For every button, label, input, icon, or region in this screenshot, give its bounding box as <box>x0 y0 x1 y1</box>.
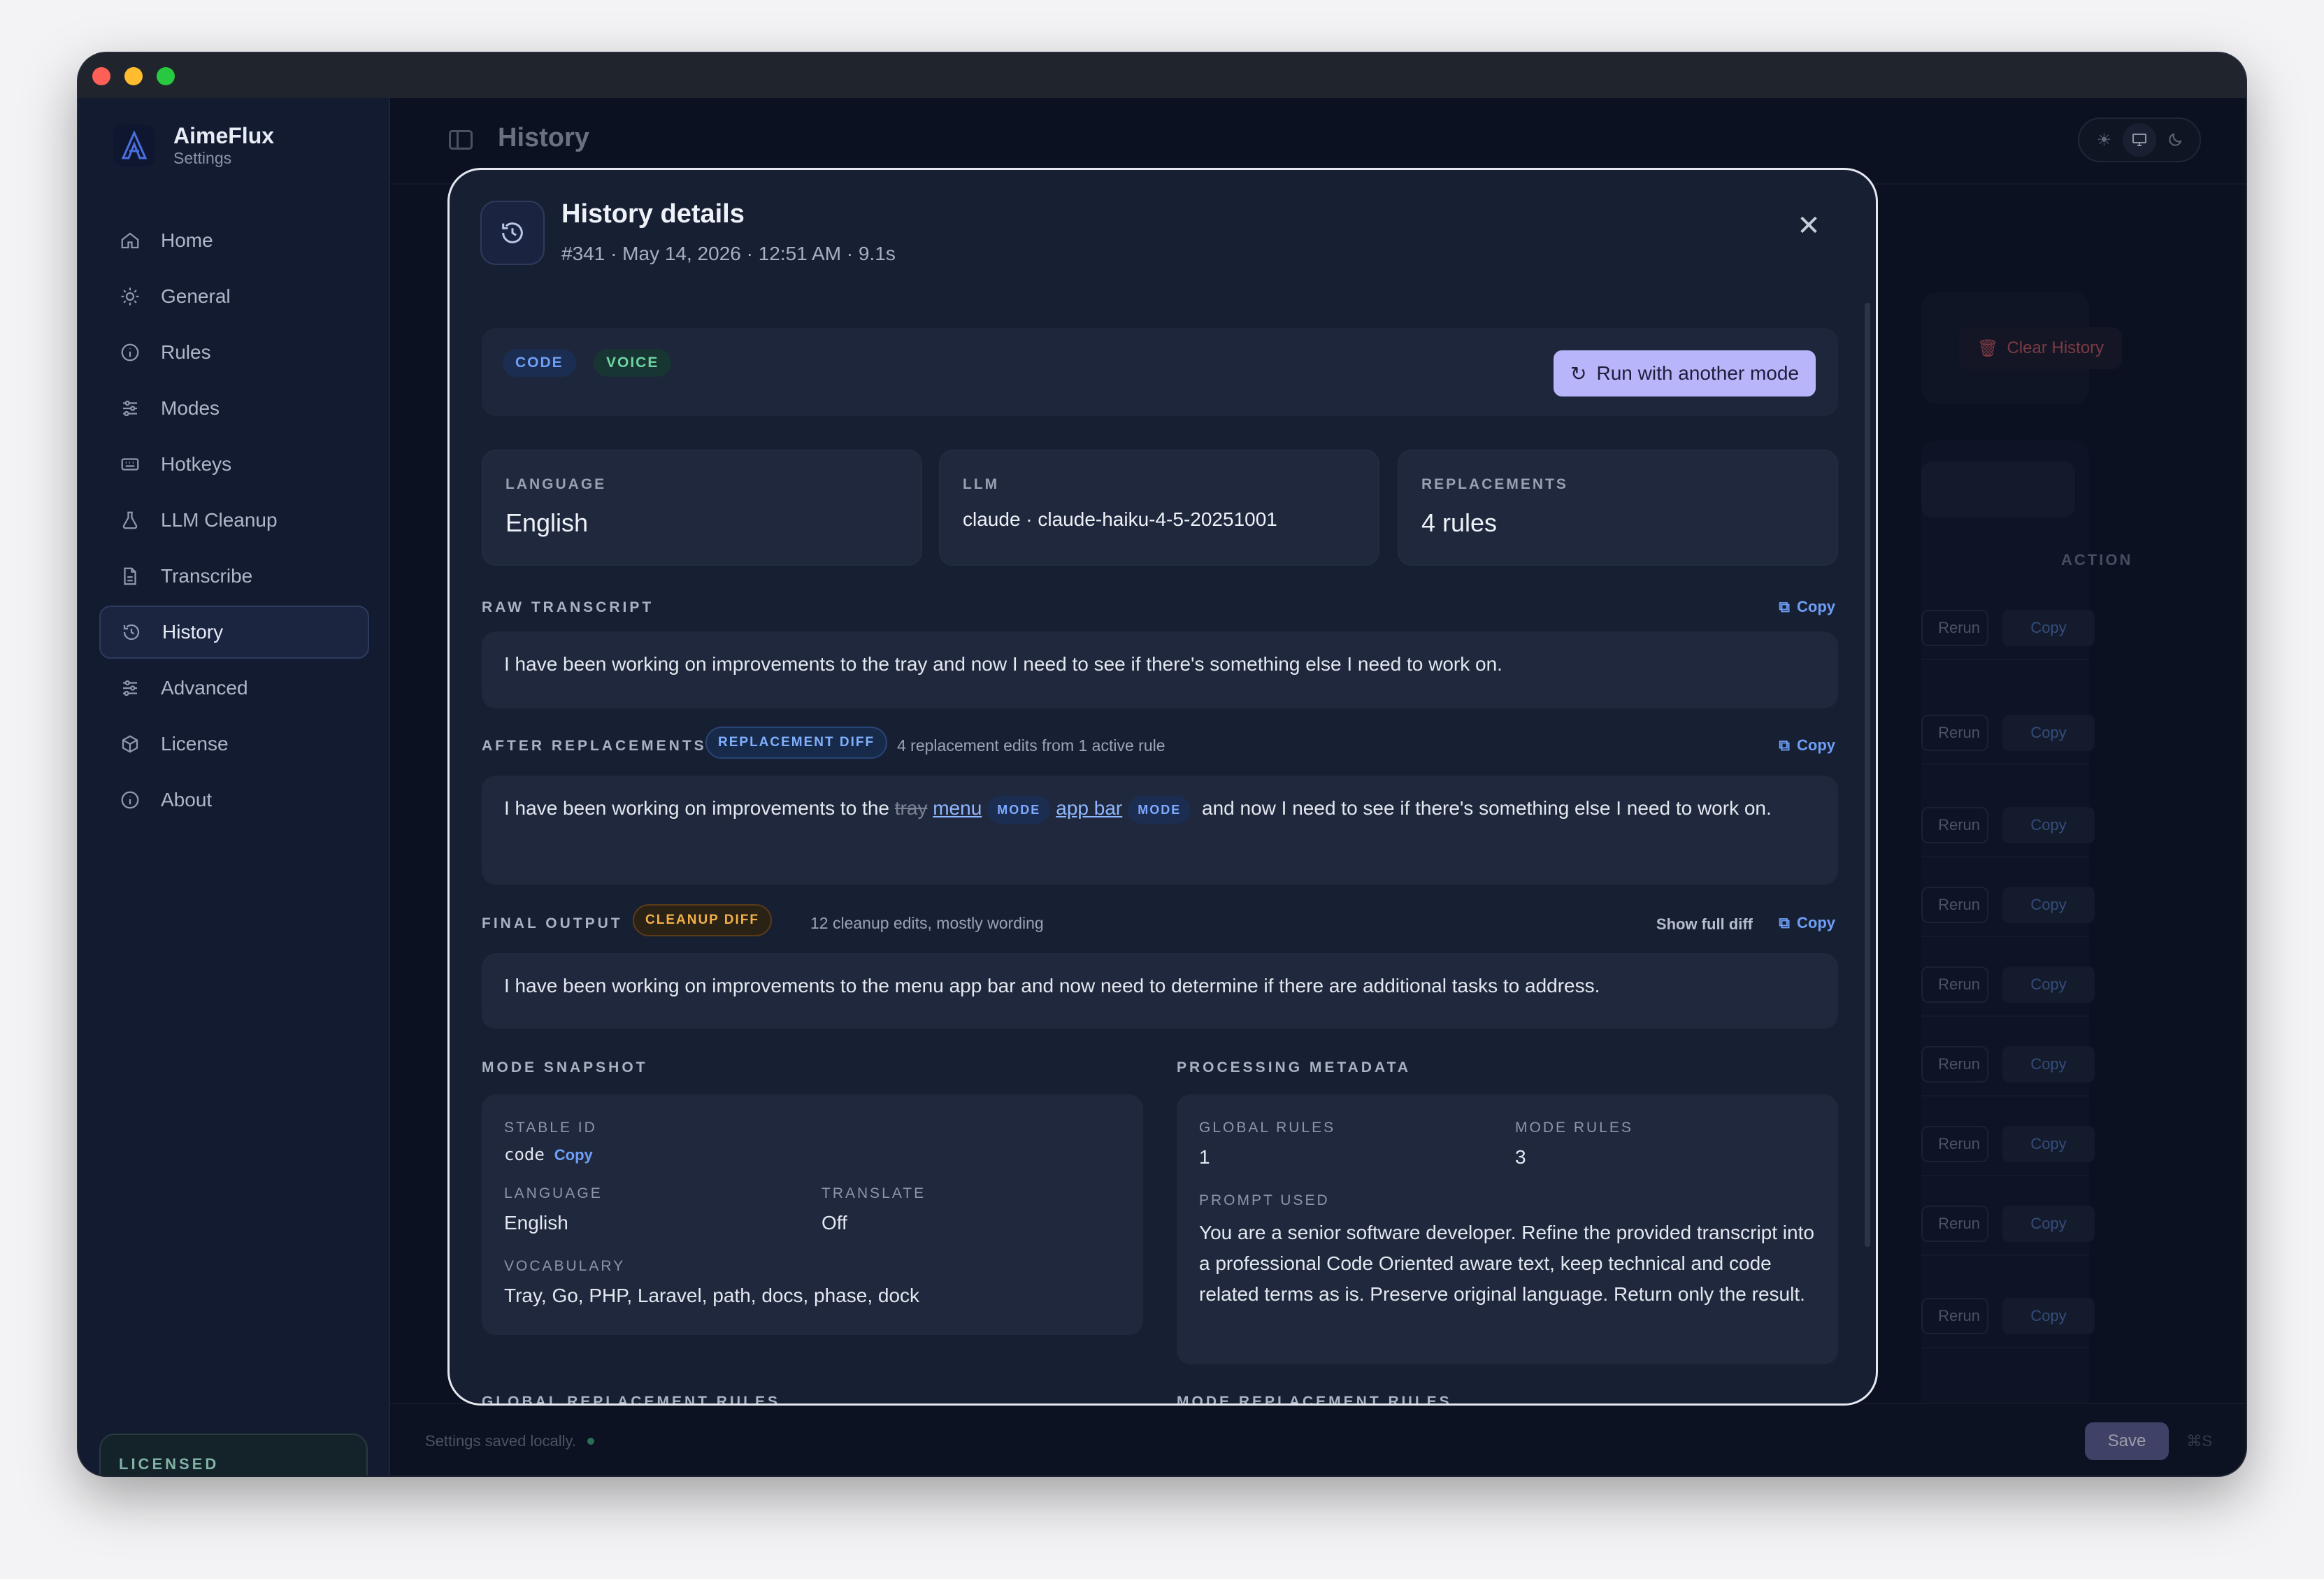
copy-icon: ⧉ <box>1779 736 1790 754</box>
sidebar-item-label: History <box>162 621 224 643</box>
sun-icon <box>117 284 143 309</box>
raw-transcript-label: RAW TRANSCRIPT <box>482 599 654 615</box>
mode-snapshot-label: MODE SNAPSHOT <box>482 1059 648 1076</box>
sidebar-item-license[interactable]: License <box>99 717 369 771</box>
removed-word: tray <box>894 797 928 819</box>
mode-marker: MODE <box>1128 795 1191 824</box>
cleanup-diff-note: 12 cleanup edits, mostly wording <box>810 914 1044 932</box>
file-icon <box>117 564 143 589</box>
license-badge: LICENSED <box>99 1434 368 1476</box>
copy-icon: ⧉ <box>1779 914 1790 931</box>
sidebar-item-label: Home <box>161 229 213 251</box>
sidebar-item-label: Transcribe <box>161 565 253 587</box>
info-icon <box>117 340 143 365</box>
minimize-window-button[interactable] <box>124 67 143 85</box>
sidebar-item-general[interactable]: General <box>99 270 369 323</box>
global-rules-value: 1 <box>1199 1146 1210 1168</box>
sidebar-item-home[interactable]: Home <box>99 214 369 267</box>
stat-llm: LLM claude · claude-haiku-4-5-20251001 <box>939 450 1379 566</box>
history-icon <box>119 620 144 645</box>
mode-tag-voice: VOICE <box>594 349 672 377</box>
run-with-another-mode-button[interactable]: ↻ Run with another mode <box>1554 350 1816 396</box>
processing-metadata-label: PROCESSING METADATA <box>1177 1059 1412 1076</box>
modal-header: History details #341 · May 14, 2026 · 12… <box>450 170 1876 282</box>
processing-metadata-card: GLOBAL RULES 1 MODE RULES 3 PROMPT USED … <box>1177 1094 1838 1364</box>
inserted-word: menu <box>933 797 982 819</box>
sidebar-item-label: LLM Cleanup <box>161 509 278 531</box>
sidebar-item-about[interactable]: About <box>99 773 369 827</box>
sidebar-item-label: Hotkeys <box>161 453 232 475</box>
final-output-text: I have been working on improvements to t… <box>482 953 1838 1029</box>
global-replacement-rules-label: GLOBAL REPLACEMENT RULES <box>482 1394 780 1406</box>
sidebar-item-label: Modes <box>161 397 220 419</box>
copy-icon: ⧉ <box>1779 598 1790 615</box>
flask-icon <box>117 508 143 533</box>
prompt-used-text: You are a senior software developer. Ref… <box>1199 1222 1814 1305</box>
home-icon <box>117 228 143 253</box>
sidebar-item-hotkeys[interactable]: Hotkeys <box>99 438 369 491</box>
snapshot-vocabulary-value: Tray, Go, PHP, Laravel, path, docs, phas… <box>504 1285 920 1306</box>
sidebar-item-label: License <box>161 733 229 755</box>
show-full-diff-button[interactable]: Show full diff <box>1656 915 1753 934</box>
close-icon[interactable]: ✕ <box>1792 209 1826 243</box>
copy-stable-id-button[interactable]: Copy <box>554 1146 593 1164</box>
sidebar-item-label: General <box>161 285 231 307</box>
mode-tag-code: CODE <box>503 349 576 377</box>
sidebar: AimeFlux Settings Home General Rules Mod… <box>78 98 390 1476</box>
sidebar-item-modes[interactable]: Modes <box>99 382 369 435</box>
stat-language: LANGUAGE English <box>482 450 922 566</box>
keyboard-icon <box>117 452 143 477</box>
mode-rules-value: 3 <box>1515 1146 1526 1168</box>
raw-transcript-text: I have been working on improvements to t… <box>482 631 1838 708</box>
snapshot-language-value: English <box>504 1212 568 1234</box>
sidebar-item-rules[interactable]: Rules <box>99 326 369 379</box>
sidebar-item-label: About <box>161 789 213 810</box>
sidebar-item-label: Advanced <box>161 677 248 699</box>
zoom-window-button[interactable] <box>157 67 175 85</box>
refresh-icon: ↻ <box>1570 362 1587 385</box>
after-replacements-text: I have been working on improvements to t… <box>482 776 1838 885</box>
final-output-label: FINAL OUTPUT <box>482 915 623 931</box>
copy-raw-button[interactable]: ⧉ Copy <box>1779 598 1835 616</box>
sidebar-item-advanced[interactable]: Advanced <box>99 662 369 715</box>
cube-icon <box>117 731 143 757</box>
mode-snapshot-card: STABLE ID code Copy LANGUAGE English TRAN… <box>482 1094 1143 1335</box>
replacement-diff-note: 4 replacement edits from 1 active rule <box>897 736 1165 755</box>
brand: AimeFlux Settings <box>113 123 274 168</box>
snapshot-translate-value: Off <box>822 1212 847 1234</box>
modal-title: History details <box>561 199 745 229</box>
stat-replacements: REPLACEMENTS 4 rules <box>1398 450 1838 566</box>
stable-id-value: code <box>504 1145 545 1164</box>
modal-subtitle: #341 · May 14, 2026 · 12:51 AM · 9.1s <box>561 243 896 264</box>
copy-after-button[interactable]: ⧉ Copy <box>1779 736 1835 755</box>
app-name: AimeFlux <box>173 123 275 148</box>
sidebar-item-llm-cleanup[interactable]: LLM Cleanup <box>99 494 369 547</box>
history-icon <box>480 201 545 265</box>
replacement-diff-badge[interactable]: REPLACEMENT DIFF <box>705 727 888 759</box>
mode-marker: MODE <box>987 795 1051 824</box>
modal-scrollbar[interactable] <box>1865 303 1870 1247</box>
mode-replacement-rules-label: MODE REPLACEMENT RULES <box>1177 1394 1452 1406</box>
history-details-modal: History details #341 · May 14, 2026 · 12… <box>447 168 1878 1406</box>
app-logo-icon <box>113 124 155 166</box>
sidebar-nav: Home General Rules Modes Hotkeys LLM Cle… <box>99 214 369 829</box>
sidebar-item-label: Rules <box>161 341 211 363</box>
sidebar-item-transcribe[interactable]: Transcribe <box>99 550 369 603</box>
close-window-button[interactable] <box>92 67 110 85</box>
cleanup-diff-badge[interactable]: CLEANUP DIFF <box>633 904 772 936</box>
copy-final-button[interactable]: ⧉ Copy <box>1779 914 1835 932</box>
after-replacements-label: AFTER REPLACEMENTS <box>482 738 707 754</box>
title-bar <box>78 53 2246 98</box>
sliders-icon <box>117 396 143 421</box>
info-icon <box>117 787 143 813</box>
sliders-icon <box>117 676 143 701</box>
sidebar-item-history[interactable]: History <box>99 606 369 659</box>
app-subtitle: Settings <box>173 149 232 167</box>
inserted-word: app bar <box>1056 797 1123 819</box>
mode-bar: CODE VOICE ↻ Run with another mode <box>482 328 1838 416</box>
